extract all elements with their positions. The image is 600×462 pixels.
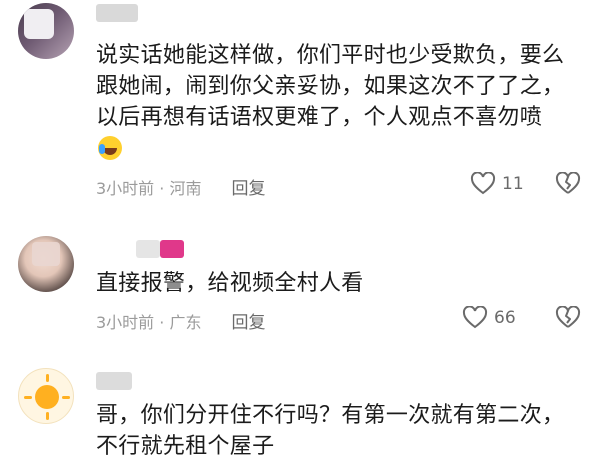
dislike-button[interactable] — [555, 171, 581, 200]
timestamp-location: 3小时前 · 河南 — [96, 178, 202, 198]
comment-text: 直接报警，给视频全村人看 — [96, 271, 364, 296]
like-button[interactable]: 11 — [470, 172, 524, 196]
avatar[interactable] — [18, 236, 74, 292]
heart-icon — [470, 172, 496, 195]
laughing-emoji-icon — [98, 136, 122, 160]
username-blurred[interactable] — [96, 372, 132, 390]
dislike-button[interactable] — [555, 305, 581, 334]
reply-button[interactable]: 回复 — [231, 308, 265, 333]
avatar[interactable] — [18, 3, 74, 59]
comment-meta: 3小时前 · 河南 回复 — [96, 174, 265, 200]
comment-text: 说实话她能这样做，你们平时也少受欺负，要么跟她闹，闹到你父亲妥协，如果这次不了了… — [96, 40, 566, 164]
username-blurred[interactable] — [136, 240, 160, 258]
heart-icon — [462, 306, 488, 329]
broken-heart-icon — [555, 171, 581, 194]
like-button[interactable]: 66 — [462, 306, 516, 330]
timestamp-location: 3小时前 · 广东 — [96, 312, 202, 332]
username-blurred[interactable] — [96, 4, 138, 22]
avatar[interactable] — [18, 368, 74, 424]
reply-button[interactable]: 回复 — [231, 174, 265, 199]
sun-icon — [35, 385, 59, 409]
like-count: 66 — [494, 308, 516, 328]
comment-meta: 3小时前 · 广东 回复 — [96, 308, 265, 334]
broken-heart-icon — [555, 305, 581, 328]
comment-text: 哥，你们分开住不行吗？有第一次就有第二次，不行就先租个屋子 — [96, 403, 565, 459]
like-count: 11 — [502, 174, 524, 194]
username-badge — [160, 240, 184, 258]
